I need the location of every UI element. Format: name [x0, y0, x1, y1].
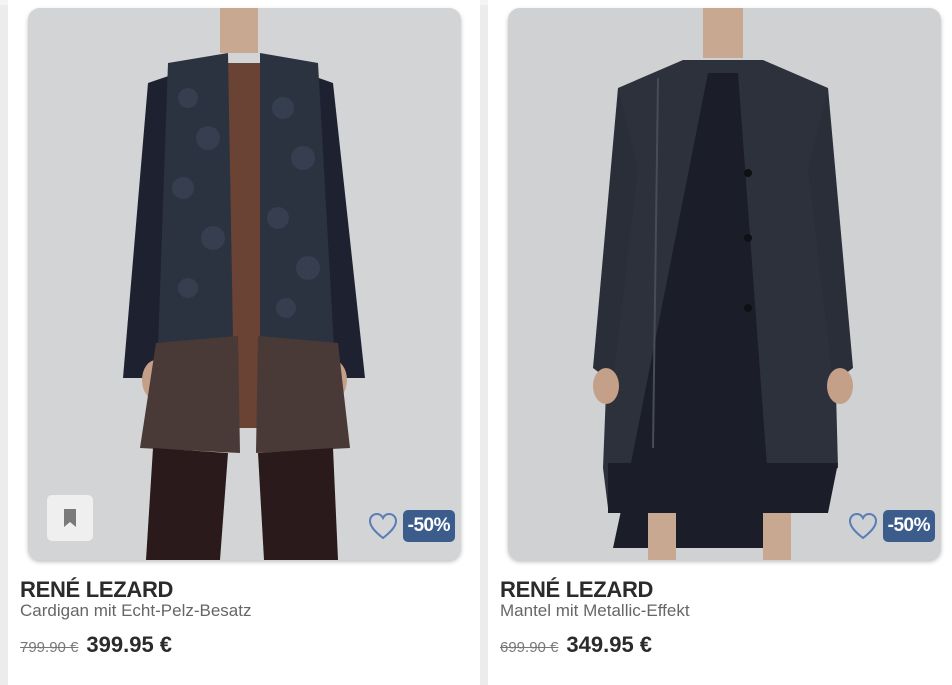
discount-badge: -50%	[402, 510, 455, 542]
product-image[interactable]: -50%	[28, 8, 461, 560]
product-name[interactable]: Mantel mit Metallic-Effekt	[500, 601, 690, 621]
discount-badge: -50%	[882, 510, 935, 542]
product-photo-cardigan	[28, 8, 461, 560]
product-brand[interactable]: RENÉ LEZARD	[500, 577, 653, 603]
sale-price: 399.95 €	[86, 632, 173, 657]
product-grid: -50% RENÉ LEZARD Cardigan mit Echt-Pelz-…	[0, 0, 952, 685]
price-row: 699.90 € 349.95 €	[500, 632, 652, 658]
wishlist-button[interactable]	[847, 510, 879, 542]
product-name[interactable]: Cardigan mit Echt-Pelz-Besatz	[20, 601, 251, 621]
product-brand[interactable]: RENÉ LEZARD	[20, 577, 173, 603]
price-row: 799.90 € 399.95 €	[20, 632, 172, 658]
heart-icon	[848, 512, 878, 540]
old-price: 799.90 €	[20, 639, 79, 656]
bookmark-icon	[64, 509, 76, 527]
sale-price: 349.95 €	[566, 632, 653, 657]
product-image[interactable]: -50%	[508, 8, 941, 560]
heart-icon	[368, 512, 398, 540]
wishlist-button[interactable]	[367, 510, 399, 542]
old-price: 699.90 €	[500, 639, 559, 656]
product-photo-coat	[508, 8, 941, 560]
bookmark-button[interactable]	[46, 494, 94, 542]
product-card[interactable]: -50% RENÉ LEZARD Mantel mit Metallic-Eff…	[488, 0, 952, 685]
product-card[interactable]: -50% RENÉ LEZARD Cardigan mit Echt-Pelz-…	[8, 0, 480, 685]
